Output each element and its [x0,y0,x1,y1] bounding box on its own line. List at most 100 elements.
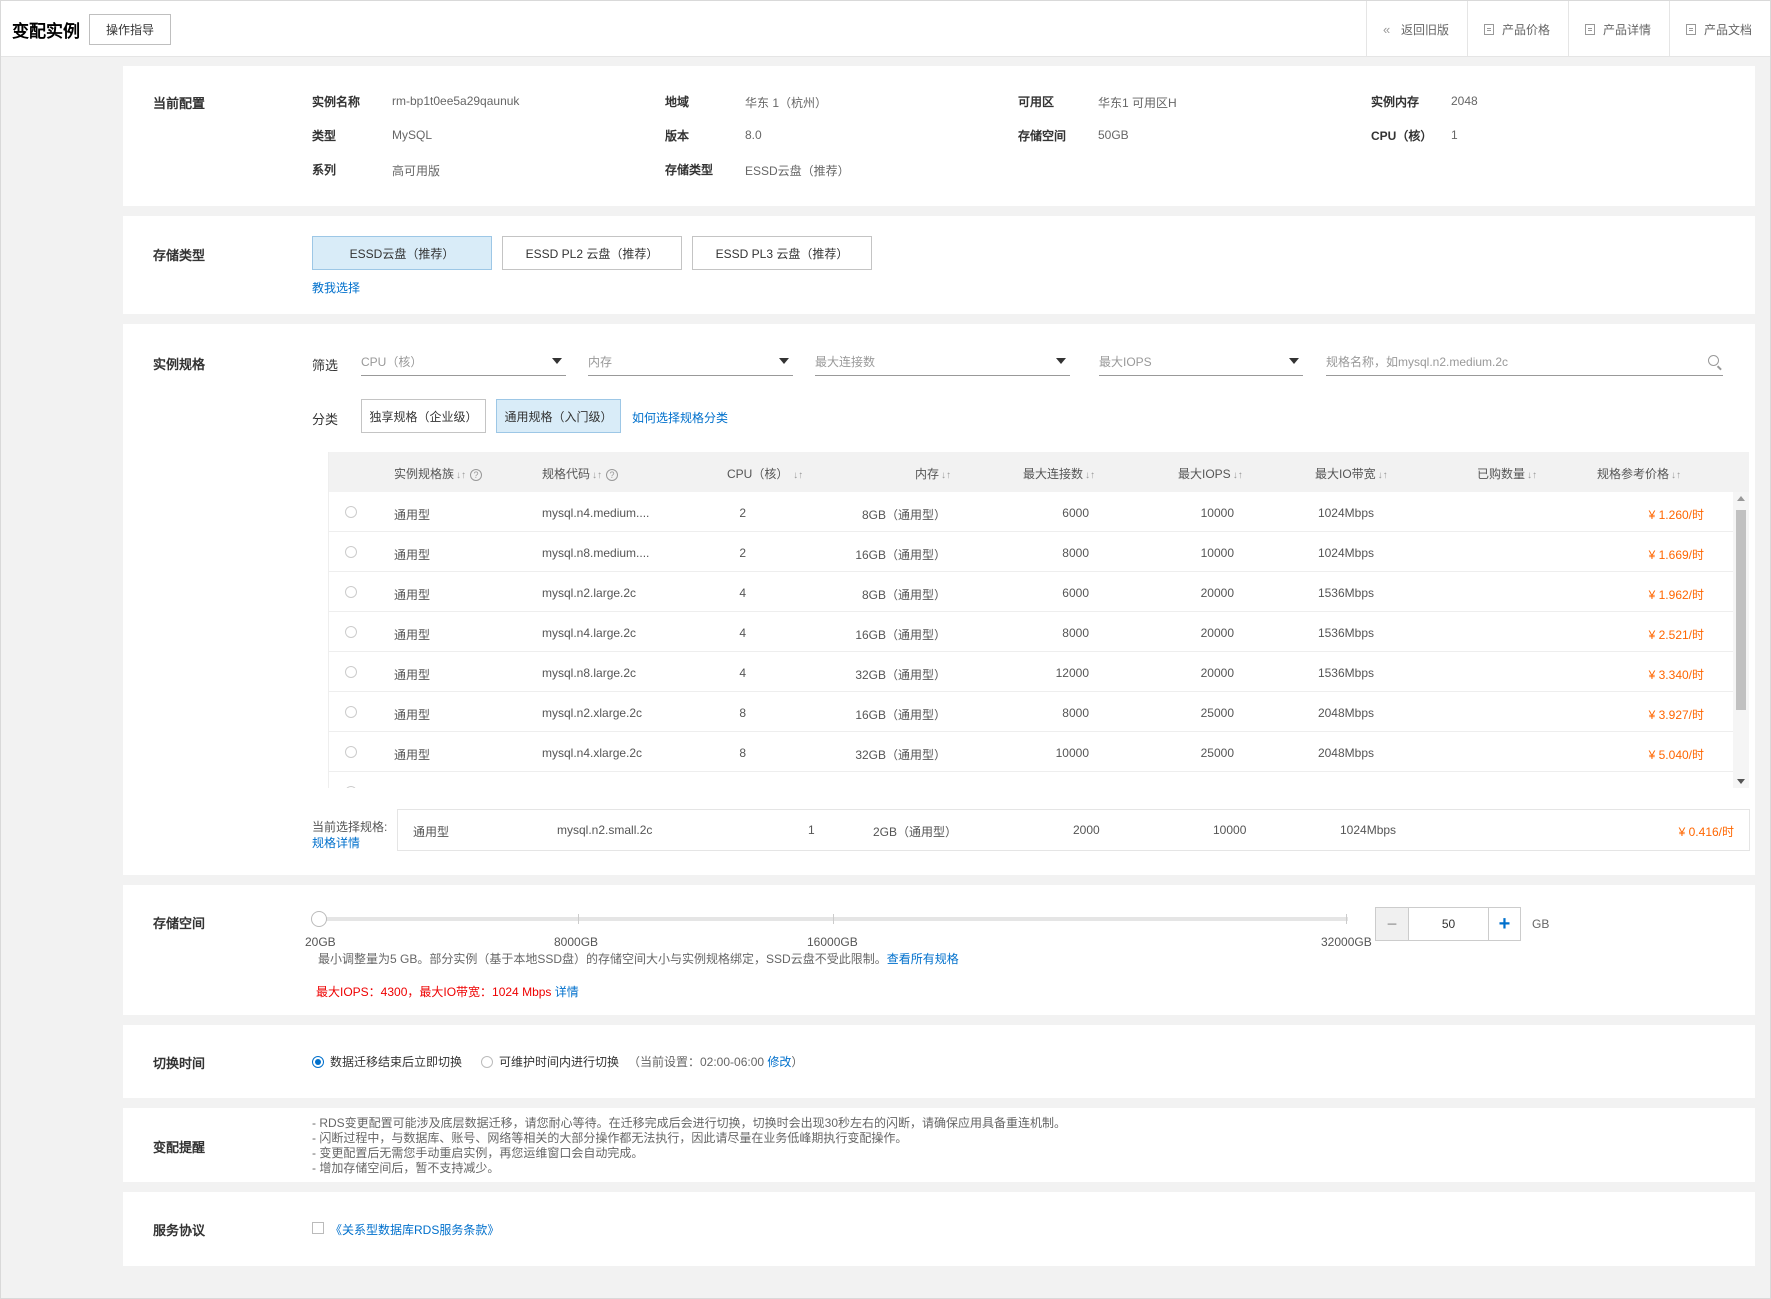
memory-filter-select[interactable]: 内存 [588,346,793,376]
product-docs-link[interactable]: 产品文档 [1668,1,1770,57]
current-selection-label: 当前选择规格: [312,820,388,834]
cell-max-io-bandwidth: 1536Mbps [1317,586,1374,600]
cell-max-connections: 10000 [1055,746,1089,760]
cell-code: mysql.n4.xlarge.2c [542,746,643,760]
storage-note: 最小调整量为5 GB。部分实例（基于本地SSD盘）的存储空间大小与实例规格绑定，… [318,950,959,967]
cell-cpu: 2 [739,546,746,560]
storage-slider-track[interactable] [318,914,1348,924]
col-header-price[interactable]: 规格参考价格 ↓↑ [1597,465,1681,482]
col-header-memory[interactable]: 内存 ↓↑ [915,465,951,482]
cell-max-connections: 6000 [1062,586,1089,600]
cell-max-io-bandwidth: 2048Mbps [1317,706,1374,720]
switch-immediately-radio[interactable]: 数据迁移结束后立即切换 [312,1053,462,1070]
modify-maintenance-link[interactable]: 修改 [767,1055,791,1069]
col-header-code[interactable]: 规格代码 ↓↑? [542,465,619,482]
table-row[interactable]: 通用型 mysql.n2.large.2c 4 8GB（通用型） 6000 20000 15… [329,572,1734,612]
switch-time-section: 切换时间 数据迁移结束后立即切换 可维护时间内进行切换 （当前设置：02:00-… [123,1025,1755,1098]
table-row[interactable]: 通用型 mysql.n8.medium.... 2 16GB（通用型） 8000 1000… [329,532,1734,572]
row-radio[interactable] [345,706,357,718]
table-row[interactable]: 通用型 mysql.n8.large.2c 4 32GB（通用型） 12000 20000… [329,652,1734,692]
decrease-button[interactable]: − [1376,908,1408,940]
view-all-specs-link[interactable]: 查看所有规格 [887,952,959,966]
cfg-key: CPU（核） [1371,129,1433,143]
chevron-down-icon [779,358,789,364]
chevron-down-icon [552,358,562,364]
cell-max-io-bandwidth: 2048Mbps [1317,746,1374,760]
storage-size-input[interactable] [1408,908,1488,940]
scroll-thumb[interactable] [1736,510,1746,710]
spec-table: 实例规格族 ↓↑? 规格代码 ↓↑? CPU（核） ↓↑ 内存 ↓↑ 最大连接数 ↓↑ … [328,452,1749,788]
storage-option-essd-pl3[interactable]: ESSD PL3 云盘（推荐） [692,236,872,270]
storage-space-section: 存储空间 20GB 8000GB 16000GB 32000GB − + GB … [123,885,1755,1015]
max-connections-filter-select[interactable]: 最大连接数 [815,346,1070,376]
row-radio[interactable] [345,666,357,678]
increase-button[interactable]: + [1488,908,1520,940]
agreement-label: 服务协议 [153,1223,206,1238]
col-header-purchased[interactable]: 已购数量 ↓↑ [1477,465,1537,482]
cell-memory: 8GB（通用型） [861,508,946,522]
product-price-link[interactable]: 产品价格 [1466,1,1568,57]
cfg-key: 存储类型 [665,163,714,177]
agreement-checkbox[interactable] [312,1222,324,1234]
col-header-cpu[interactable]: CPU（核） ↓↑ [727,465,803,482]
operation-guide-button[interactable]: 操作指导 [89,14,171,45]
help-me-choose-link[interactable]: 教我选择 [312,279,360,296]
cell-max-connections: 6000 [1062,506,1089,520]
table-row[interactable]: 通用型 mysql.n4.medium.... 2 8GB（通用型） 6000 10000… [329,492,1734,532]
cell-max-connections: 12000 [1055,666,1089,680]
product-detail-link[interactable]: 产品详情 [1567,1,1669,57]
row-radio[interactable] [345,746,357,758]
table-row[interactable]: 通用型 mysql.n2.xlarge.2c 8 16GB（通用型） 8000 25000… [329,692,1734,732]
category-label: 分类 [312,412,339,427]
storage-option-essd-pl2[interactable]: ESSD PL2 云盘（推荐） [502,236,682,270]
col-header-max-iops[interactable]: 最大IOPS ↓↑ [1178,465,1243,482]
cell-family: 通用型 [394,668,431,682]
iops-detail-link[interactable]: 详情 [555,985,579,999]
max-iops-filter-select[interactable]: 最大IOPS [1099,346,1303,376]
cfg-key: 版本 [665,129,690,143]
table-scrollbar[interactable] [1733,492,1749,788]
cell-max-io-bandwidth: 2048Mbps [1318,786,1374,788]
cell-cpu: 8 [739,786,746,788]
category-general-button[interactable]: 通用规格（入门级） [496,399,621,433]
cell-max-connections: 8000 [1062,546,1089,560]
switch-maintenance-label: 可维护时间内进行切换 [499,1055,620,1069]
spec-search-input[interactable] [1326,346,1723,376]
current-config-label: 当前配置 [153,96,206,111]
table-row[interactable]: 通用型 mysql.n8.xlarge.2c 8 64GB（通用型） 16000 2500… [329,772,1734,788]
col-header-family[interactable]: 实例规格族 ↓↑? [394,465,483,482]
how-to-choose-category-link[interactable]: 如何选择规格分类 [632,409,728,426]
sort-icon: ↓↑ [790,470,804,481]
search-icon[interactable] [1708,355,1719,366]
back-old-version-link[interactable]: « 返回旧版 [1365,1,1467,57]
row-radio[interactable] [345,786,357,788]
iops-note-text: 最大IOPS：4300，最大IO带宽：1024 Mbps [316,985,552,999]
storage-slider-handle[interactable] [311,911,327,927]
switch-maintenance-radio[interactable]: 可维护时间内进行切换 [481,1053,619,1070]
reminder-line: - 增加存储空间后，暂不支持减少。 [312,1161,500,1175]
reminder-line: - RDS变更配置可能涉及底层数据迁移，请您耐心等待。在迁移完成后会进行切换，切… [312,1116,1067,1130]
category-dedicated-button[interactable]: 独享规格（企业级） [361,399,486,433]
scroll-up-icon[interactable] [1737,496,1745,501]
scroll-down-icon[interactable] [1737,779,1745,784]
product-detail-label: 产品详情 [1602,22,1651,37]
cell-family: 通用型 [394,628,431,642]
rds-terms-link[interactable]: 《关系型数据库RDS服务条款》 [330,1221,499,1238]
cell-max-io-bandwidth: 1024Mbps [1317,506,1374,520]
cpu-filter-select[interactable]: CPU（核） [361,346,566,376]
switch-immediately-label: 数据迁移结束后立即切换 [330,1055,463,1069]
row-radio[interactable] [345,506,357,518]
table-row[interactable]: 通用型 mysql.n4.large.2c 4 16GB（通用型） 8000 20000 1… [329,612,1734,652]
row-radio[interactable] [345,586,357,598]
row-radio[interactable] [345,546,357,558]
reminder-tips: - RDS变更配置可能涉及底层数据迁移，请您耐心等待。在迁移完成后会进行切换，切… [312,1116,1066,1176]
table-row[interactable]: 通用型 mysql.n4.xlarge.2c 8 32GB（通用型） 10000 2500… [329,732,1734,772]
storage-stepper: − + [1375,907,1521,941]
col-header-max-io-bandwidth[interactable]: 最大IO带宽 ↓↑ [1315,465,1388,482]
storage-option-essd[interactable]: ESSD云盘（推荐） [312,236,492,270]
cell-code: mysql.n8.medium.... [542,546,650,560]
cell-price: ¥ 1.962/时 [1648,588,1704,602]
row-radio[interactable] [345,626,357,638]
col-header-max-connections[interactable]: 最大连接数 ↓↑ [1023,465,1095,482]
spec-detail-link[interactable]: 规格详情 [312,834,360,851]
